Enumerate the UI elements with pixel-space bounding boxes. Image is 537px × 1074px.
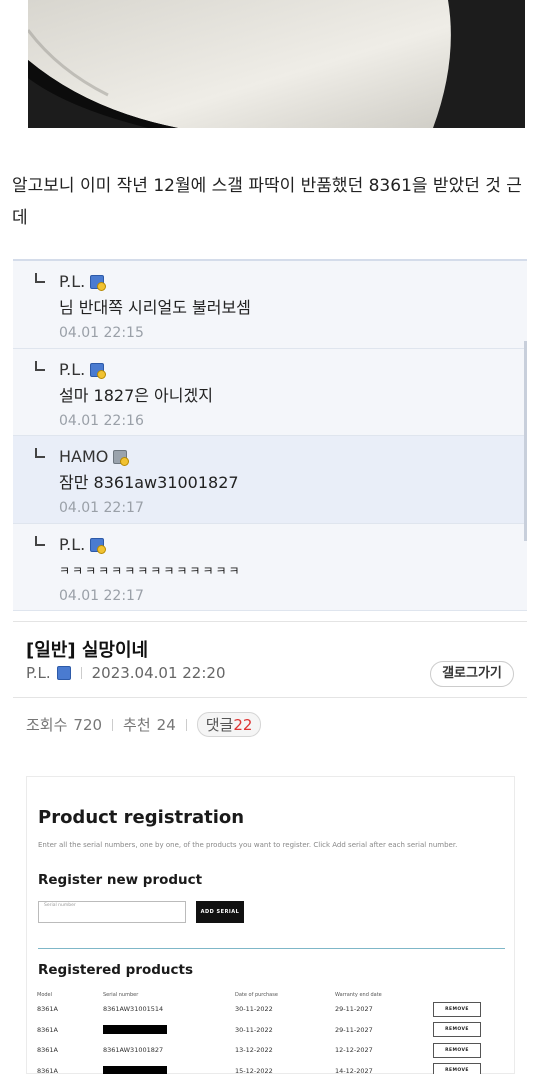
- column-header: Model: [37, 992, 53, 998]
- post-category: [일반]: [26, 640, 76, 661]
- reply-corner-icon: [35, 360, 45, 371]
- comment-time: 04.01 22:17: [59, 500, 144, 516]
- serial-number-label: Serial number: [44, 903, 76, 908]
- registered-products-table: Model Serial number Date of purchase War…: [37, 991, 481, 1074]
- separator: [80, 667, 82, 679]
- product-registration-image: Product registration Enter all the seria…: [26, 776, 515, 1074]
- comment-nick[interactable]: P.L.: [59, 271, 85, 293]
- comment-time: 04.01 22:15: [59, 325, 144, 341]
- views-count: 720: [73, 715, 103, 734]
- comments-label: 댓글: [205, 716, 234, 734]
- comment-body: 님 반대쪽 시리얼도 불러보셈: [59, 298, 251, 317]
- column-header: Serial number: [103, 992, 139, 998]
- column-header: Date of purchase: [235, 992, 278, 998]
- add-serial-button[interactable]: ADD SERIAL: [196, 901, 244, 923]
- divider: [13, 621, 527, 622]
- remove-button[interactable]: REMOVE: [433, 1042, 481, 1058]
- purchase-date-cell: 13-12-2022: [235, 1046, 273, 1055]
- warranty-date-cell: 29-11-2027: [335, 1025, 373, 1034]
- recommend-count: 24: [156, 715, 176, 734]
- reply-corner-icon: [35, 448, 45, 458]
- comment-list: P.L. 님 반대쪽 시리얼도 불러보셈 04.01 22:15 P.L. 설마…: [13, 259, 527, 611]
- comment-item: HAMO 잠만 8361aw31001827 04.01 22:17: [13, 436, 527, 524]
- divider: [13, 697, 527, 698]
- user-badge-icon: [90, 275, 107, 291]
- table-row: 8361A 15-12-2022 14-12-2027 REMOVE: [37, 1061, 481, 1074]
- comment-body: ㅋㅋㅋㅋㅋㅋㅋㅋㅋㅋㅋㅋㅋㅋ: [59, 563, 242, 578]
- purchase-date-cell: 15-12-2022: [235, 1066, 273, 1074]
- reply-corner-icon: [35, 535, 45, 546]
- model-cell: 8361A: [37, 1005, 58, 1014]
- recommend-label: 추천: [123, 716, 151, 734]
- register-new-heading: Register new product: [38, 872, 203, 888]
- registration-title: Product registration: [38, 807, 245, 828]
- warranty-date-cell: 14-12-2027: [335, 1066, 373, 1074]
- user-badge-icon: [113, 450, 130, 466]
- user-badge-icon: [90, 537, 107, 554]
- serial-number-input[interactable]: Serial number: [38, 901, 186, 923]
- table-row: 8361A 8361AW31001827 13-12-2022 12-12-20…: [37, 1040, 481, 1061]
- comment-item: P.L. 설마 1827은 아니겠지 04.01 22:16: [13, 348, 527, 436]
- model-cell: 8361A: [37, 1066, 58, 1074]
- comment-time: 04.01 22:17: [59, 587, 144, 604]
- post-author[interactable]: P.L.: [26, 664, 51, 682]
- reply-corner-icon: [35, 273, 45, 283]
- registered-products-heading: Registered products: [38, 962, 194, 978]
- comments-count: 22: [233, 716, 253, 734]
- views-label: 조회수: [26, 716, 68, 734]
- comment-body: 잠만 8361aw31001827: [59, 473, 239, 492]
- model-cell: 8361A: [37, 1046, 58, 1055]
- redaction-bar: [103, 1066, 167, 1074]
- gallog-button[interactable]: 갤로그가기: [430, 661, 514, 687]
- comment-body: 설마 1827은 아니겠지: [59, 385, 213, 405]
- redaction-bar: [103, 1025, 167, 1035]
- comment-time: 04.01 22:16: [59, 412, 144, 429]
- serial-cell: [103, 1020, 235, 1041]
- serial-cell: 8361AW31001514: [103, 1005, 164, 1014]
- warranty-date-cell: 29-11-2027: [335, 1005, 373, 1014]
- post-title-text: 실망이네: [81, 640, 149, 661]
- comment-nick[interactable]: P.L.: [59, 359, 85, 381]
- warranty-date-cell: 12-12-2027: [335, 1046, 373, 1055]
- comment-item: P.L. ㅋㅋㅋㅋㅋㅋㅋㅋㅋㅋㅋㅋㅋㅋ 04.01 22:17: [13, 523, 527, 611]
- remove-button[interactable]: REMOVE: [433, 1063, 481, 1074]
- serial-cell: [103, 1061, 235, 1074]
- separator: [185, 718, 187, 731]
- user-badge-icon: [56, 666, 71, 680]
- comment-count-button[interactable]: 댓글22: [196, 712, 262, 737]
- serial-cell: 8361AW31001827: [103, 1046, 164, 1055]
- separator: [112, 718, 114, 731]
- post-title: [일반] 실망이네: [26, 636, 148, 662]
- comment-nick[interactable]: HAMO: [59, 446, 108, 468]
- column-header: Warranty end date: [335, 992, 382, 998]
- table-row: 8361A 30-11-2022 29-11-2027 REMOVE: [37, 1020, 481, 1041]
- remove-button[interactable]: REMOVE: [433, 1001, 481, 1017]
- registration-intro: Enter all the serial numbers, one by one…: [38, 841, 458, 849]
- post-stats: 조회수 720 추천 24 댓글22: [26, 712, 262, 737]
- table-header-row: Model Serial number Date of purchase War…: [37, 991, 481, 999]
- speaker-photo: [28, 0, 525, 128]
- model-cell: 8361A: [37, 1025, 58, 1034]
- scrollbar[interactable]: [524, 341, 527, 541]
- comment-nick[interactable]: P.L.: [59, 534, 85, 556]
- purchase-date-cell: 30-11-2022: [235, 1005, 273, 1014]
- post-body-text: 알고보니 이미 작년 12월에 스갤 파딱이 반품했던 8361을 받았던 것 …: [12, 176, 522, 228]
- post-meta: P.L. 2023.04.01 22:20: [26, 664, 226, 682]
- remove-button[interactable]: REMOVE: [433, 1022, 481, 1038]
- user-badge-icon: [90, 362, 107, 379]
- divider: [38, 948, 505, 949]
- table-row: 8361A 8361AW31001514 30-11-2022 29-11-20…: [37, 999, 481, 1020]
- purchase-date-cell: 30-11-2022: [235, 1025, 273, 1034]
- post-datetime: 2023.04.01 22:20: [91, 664, 226, 682]
- comment-item: P.L. 님 반대쪽 시리얼도 불러보셈 04.01 22:15: [13, 261, 527, 349]
